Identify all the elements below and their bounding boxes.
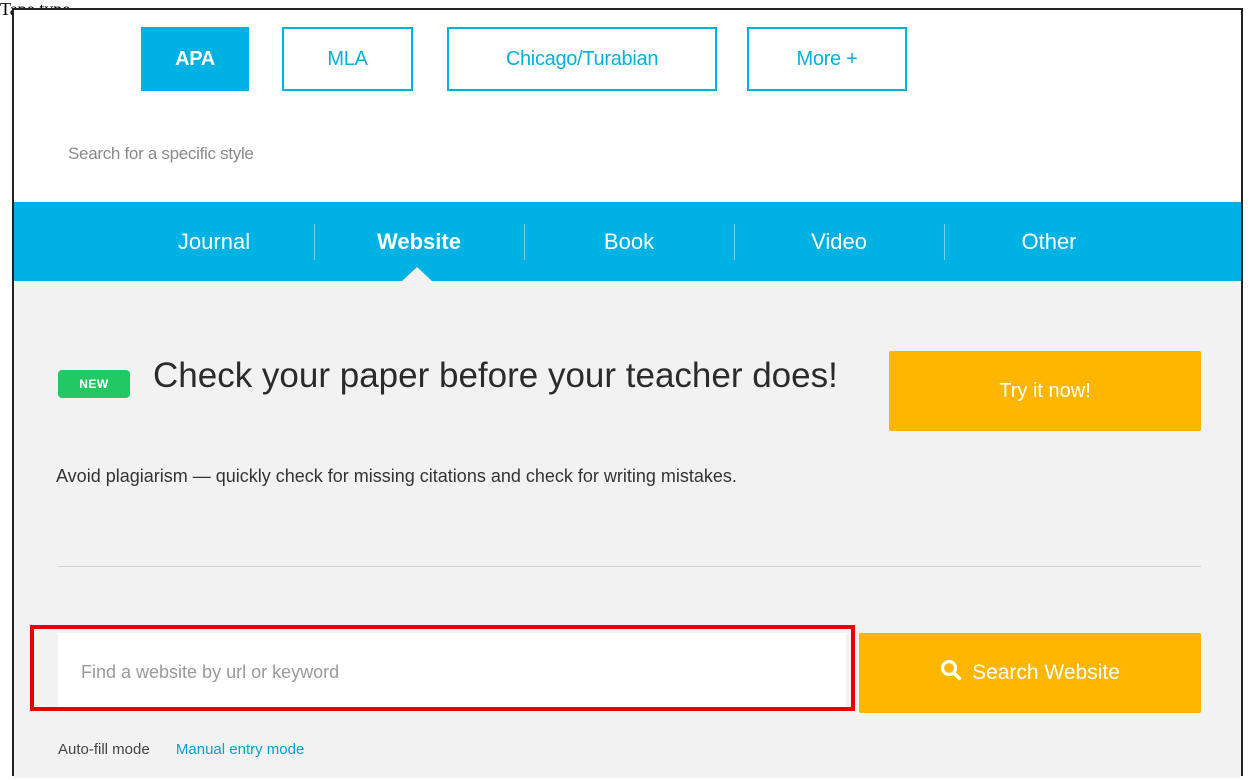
style-search-input[interactable]: Search for a specific style [68,144,254,164]
tab-divider [944,224,945,260]
tab-video[interactable]: Video [739,202,939,281]
tab-divider [734,224,735,260]
active-tab-indicator [401,267,433,282]
citation-generator-panel: APA MLA Chicago/Turabian More + Search f… [12,8,1243,778]
new-badge: NEW [58,370,130,398]
style-tab-mla[interactable]: MLA [282,27,413,91]
citation-style-selector: APA MLA Chicago/Turabian More + Search f… [14,10,1241,210]
search-website-button[interactable]: Search Website [859,633,1201,713]
tab-book[interactable]: Book [529,202,729,281]
entry-mode-switch: Auto-fill mode Manual entry mode [58,741,304,758]
search-website-label: Search Website [972,661,1120,684]
manual-entry-mode-link[interactable]: Manual entry mode [176,741,304,758]
search-icon [940,659,962,687]
section-divider [58,566,1201,567]
highlight-box [30,625,855,711]
tab-other[interactable]: Other [949,202,1149,281]
website-citation-content: NEW Check your paper before your teacher… [14,281,1241,778]
style-tab-more[interactable]: More + [747,27,907,91]
try-it-now-button[interactable]: Try it now! [889,351,1201,431]
tab-divider [524,224,525,260]
style-tab-apa[interactable]: APA [141,27,249,91]
auto-fill-mode[interactable]: Auto-fill mode [58,741,150,758]
source-type-tabs: Journal Website Book Video Other [14,202,1241,281]
tab-journal[interactable]: Journal [114,202,314,281]
promo-title: Check your paper before your teacher doe… [153,356,838,395]
promo-description: Avoid plagiarism — quickly check for mis… [56,466,737,486]
tab-divider [314,224,315,260]
style-tab-chicago[interactable]: Chicago/Turabian [447,27,717,91]
